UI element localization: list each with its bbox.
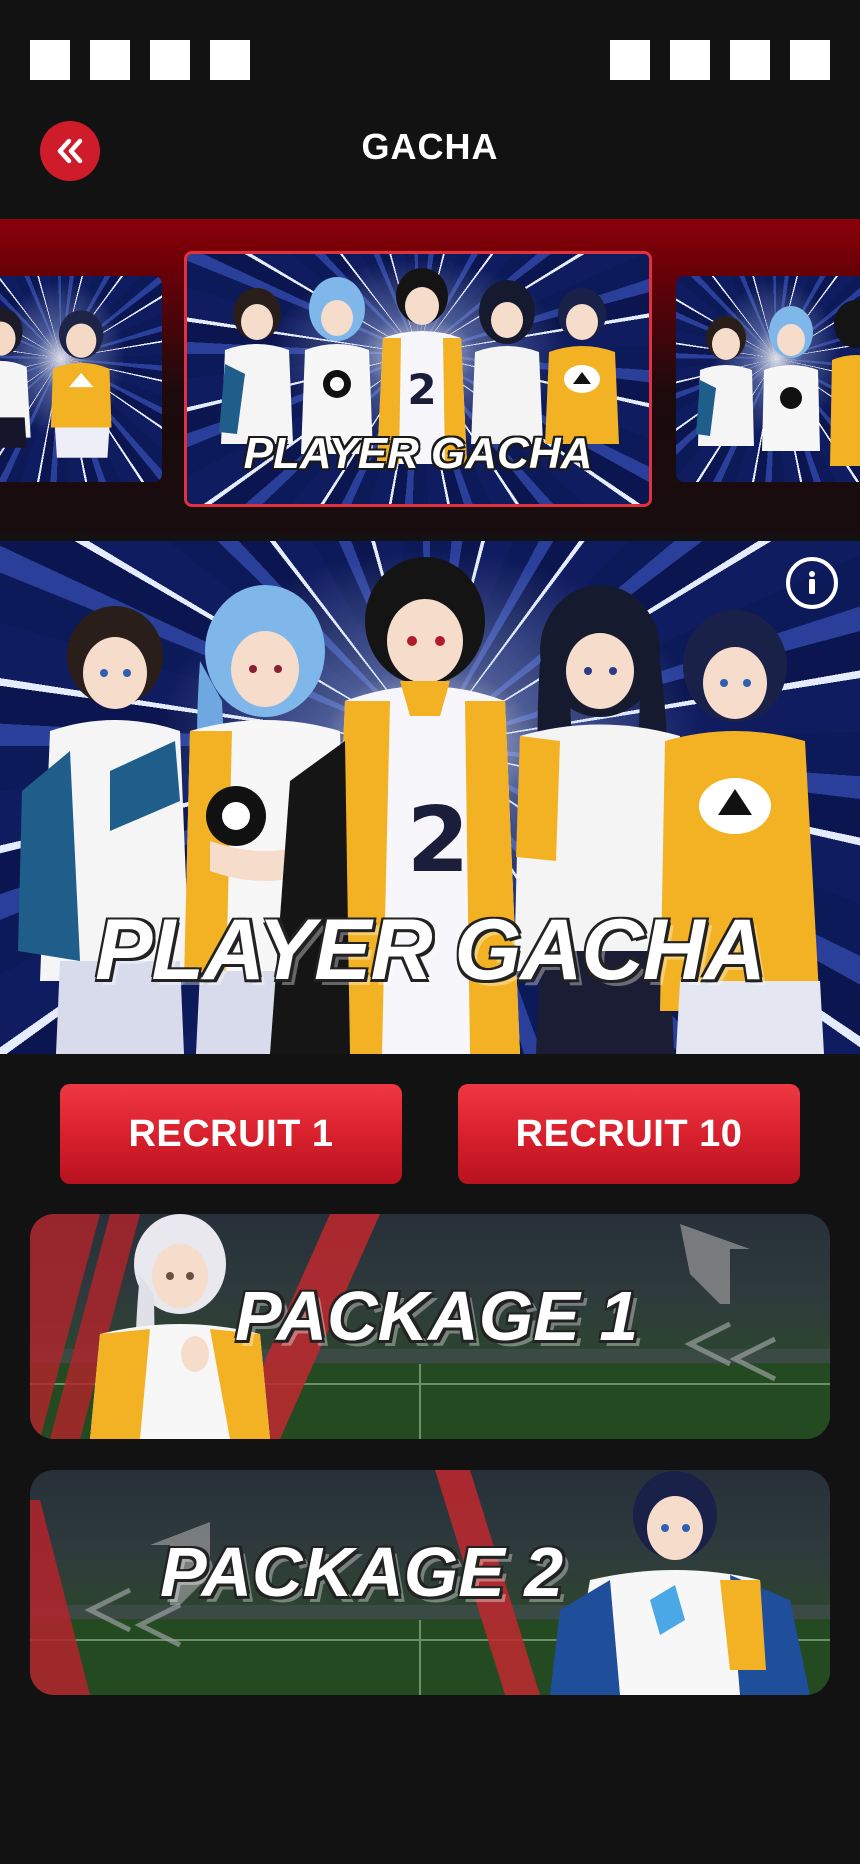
recruit-10-button[interactable]: RECRUIT 10 bbox=[458, 1084, 800, 1184]
banner-title: PLAYER GACHA bbox=[95, 902, 766, 998]
status-icon bbox=[610, 40, 650, 80]
status-icon bbox=[90, 40, 130, 80]
status-bar bbox=[0, 0, 860, 110]
page-title: GACHA bbox=[361, 126, 499, 167]
status-icon bbox=[210, 40, 250, 80]
svg-text:2: 2 bbox=[407, 788, 470, 893]
package-card[interactable]: PACKAGE 1 bbox=[30, 1214, 830, 1439]
svg-text:2: 2 bbox=[407, 365, 436, 414]
package-title: PACKAGE 2 bbox=[160, 1533, 564, 1611]
carousel-slide[interactable] bbox=[0, 276, 162, 482]
status-icon bbox=[790, 40, 830, 80]
player-figures bbox=[696, 300, 860, 466]
status-icon bbox=[730, 40, 770, 80]
player-figures bbox=[0, 307, 112, 458]
status-icon bbox=[150, 40, 190, 80]
slide-label: PLAYER GACHA bbox=[243, 429, 593, 478]
recruit-1-button[interactable]: RECRUIT 1 bbox=[60, 1084, 402, 1184]
status-icon bbox=[670, 40, 710, 80]
carousel-slide-selected[interactable]: 2 PLAYER GACHA bbox=[184, 251, 652, 507]
package-title: PACKAGE 1 bbox=[235, 1277, 639, 1355]
info-button[interactable] bbox=[786, 557, 838, 609]
status-icon bbox=[30, 40, 70, 80]
carousel-slide[interactable] bbox=[676, 276, 860, 482]
info-icon bbox=[809, 571, 815, 594]
featured-banner[interactable]: 2 PLAYER GACHA bbox=[0, 541, 860, 1054]
package-card[interactable]: PACKAGE 2 bbox=[30, 1470, 830, 1695]
